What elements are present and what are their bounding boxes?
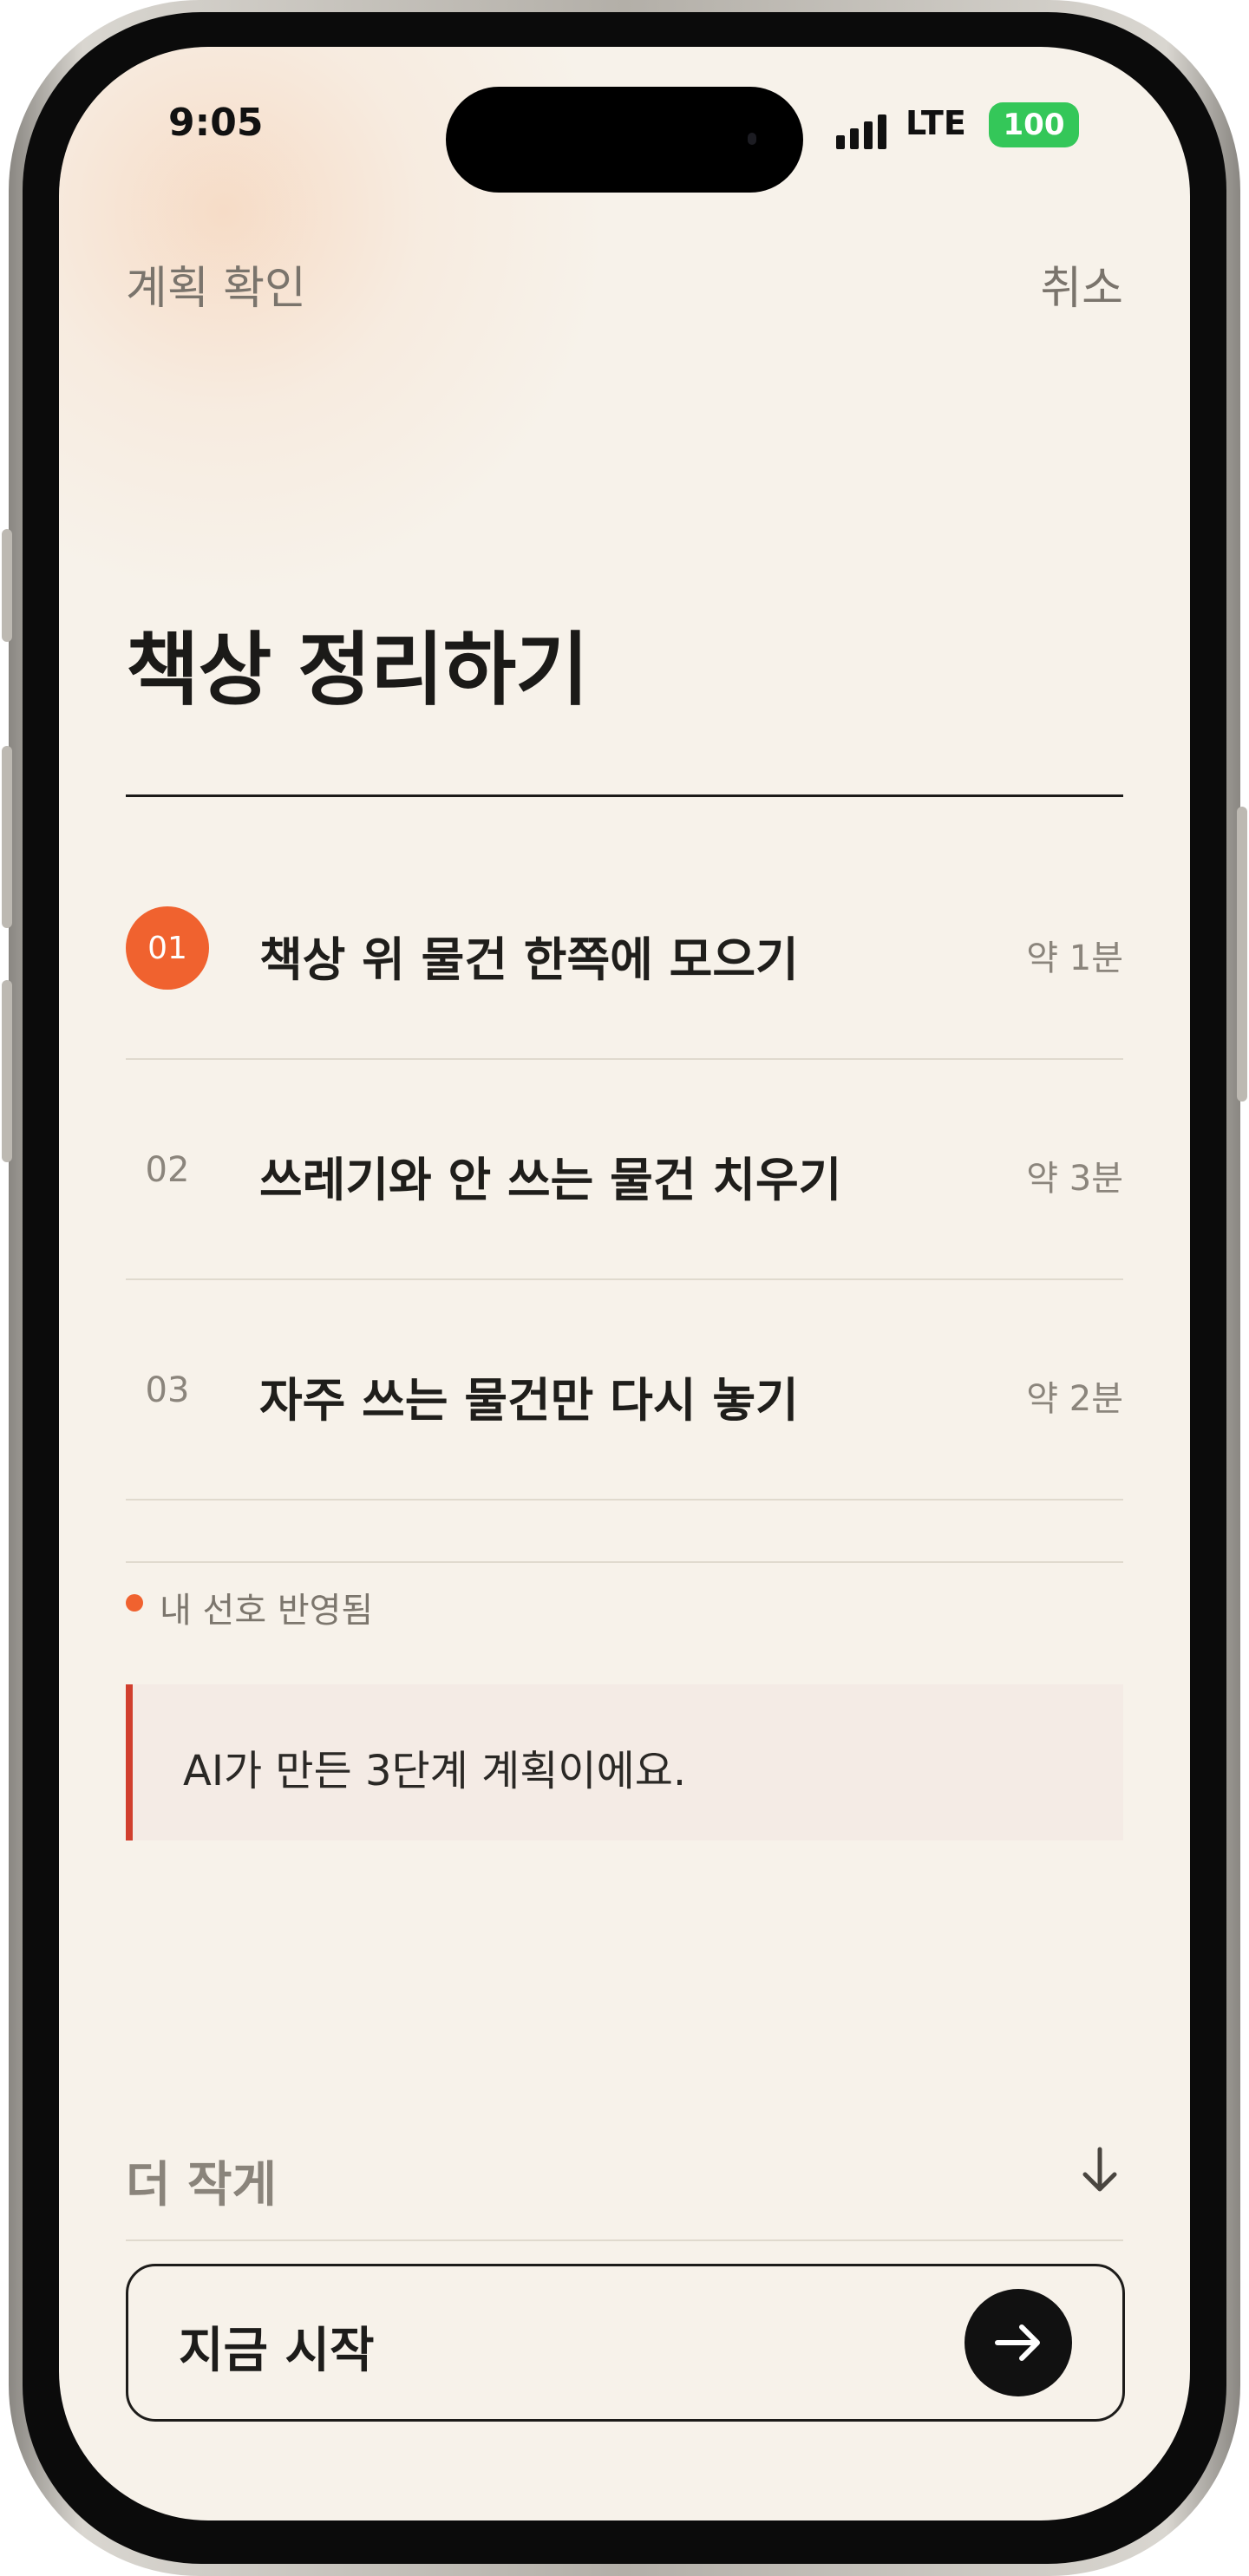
- step-row-3[interactable]: 03 자주 쓰는 물건만 다시 놓기 약 2분: [126, 1280, 1123, 1500]
- preference-status-text: 내 선호 반영됨: [160, 1591, 374, 1631]
- arrow-right-icon: [995, 2324, 1040, 2361]
- title-divider: [126, 794, 1123, 797]
- silent-switch: [2, 529, 12, 642]
- page-title: 책상 정리하기: [126, 624, 589, 716]
- cancel-button[interactable]: 취소: [1040, 252, 1123, 317]
- ai-note-accent-bar: [126, 1684, 133, 1840]
- network-label: LTE: [906, 104, 966, 142]
- battery-indicator: 100: [989, 102, 1079, 147]
- status-time: 9:05: [168, 101, 264, 145]
- step-row-2[interactable]: 02 쓰레기와 안 쓰는 물건 치우기 약 3분: [126, 1060, 1123, 1280]
- row-divider: [126, 1499, 1123, 1500]
- step-label: 자주 쓰는 물건만 다시 놓기: [259, 1373, 799, 1428]
- preference-status-dot: [126, 1594, 143, 1612]
- start-arrow-button[interactable]: [965, 2289, 1072, 2396]
- start-now-label: 지금 시작: [179, 2323, 375, 2379]
- step-number: 03: [145, 1370, 190, 1410]
- nav-title: 계획 확인: [126, 263, 306, 315]
- step-label: 쓰레기와 안 쓰는 물건 치우기: [259, 1153, 842, 1207]
- ai-note-text: AI가 만든 3단계 계획이에요.: [183, 1747, 687, 1795]
- signal-icon: [836, 114, 886, 149]
- volume-up-button: [2, 746, 12, 928]
- dynamic-island: [446, 87, 803, 193]
- step-duration: 약 2분: [1026, 1379, 1123, 1419]
- step-label: 책상 위 물건 한쪽에 모으기: [259, 932, 799, 987]
- make-smaller-option[interactable]: 더 작게: [126, 2111, 1123, 2241]
- volume-down-button: [2, 980, 12, 1162]
- arrow-down-icon: [1080, 2146, 1120, 2206]
- screen: 9:05 LTE 100 계획 확인 취소 책상 정리하기 01 책상 위 물건…: [59, 47, 1190, 2520]
- start-now-button[interactable]: 지금 시작: [126, 2264, 1125, 2422]
- step-number-badge: 01: [126, 906, 209, 990]
- step-duration: 약 1분: [1026, 938, 1123, 978]
- make-smaller-label: 더 작게: [126, 2157, 278, 2213]
- section-divider: [126, 1561, 1123, 1563]
- step-number: 02: [145, 1150, 190, 1190]
- camera-dot: [748, 133, 756, 145]
- ai-note-card: AI가 만든 3단계 계획이에요.: [126, 1684, 1123, 1840]
- step-row-1[interactable]: 01 책상 위 물건 한쪽에 모으기 약 1분: [126, 840, 1123, 1060]
- step-duration: 약 3분: [1026, 1159, 1123, 1199]
- row-divider: [126, 2239, 1123, 2241]
- power-button: [1237, 807, 1247, 1102]
